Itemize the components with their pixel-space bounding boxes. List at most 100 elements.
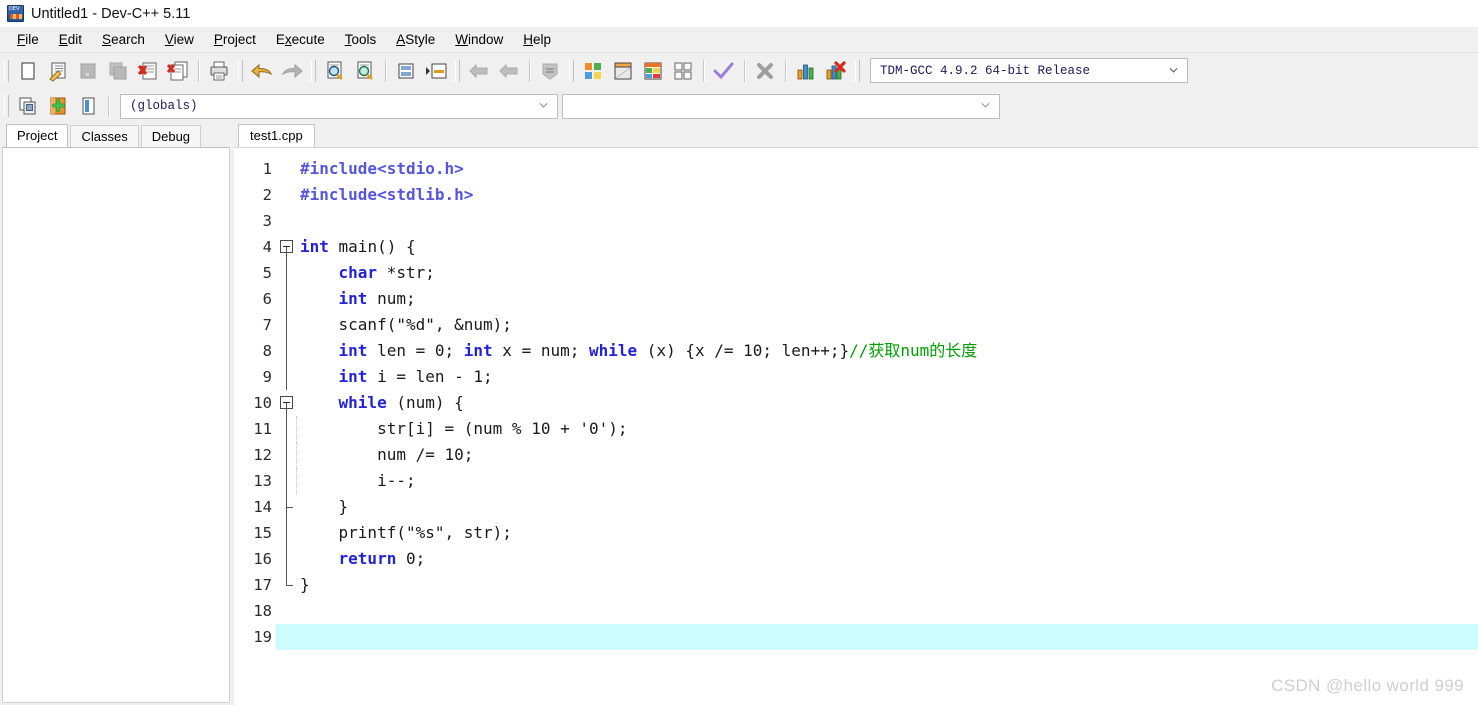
code-line[interactable]: 5 char *str; [234, 260, 1478, 286]
code-line-text: char *str; [298, 260, 435, 286]
code-line[interactable]: 11 str[i] = (num % 10 + '0'); [234, 416, 1478, 442]
toolbar-grip-6[interactable] [855, 59, 860, 82]
editor-area: test1.cpp 1 #include<stdio.h> 2 #include<st… [234, 123, 1478, 705]
run-button[interactable] [608, 56, 638, 86]
menu-item-edit[interactable]: Edit [50, 30, 91, 49]
new-file-button[interactable] [13, 56, 43, 86]
project-tree[interactable] [2, 147, 230, 703]
menu-item-view[interactable]: View [156, 30, 203, 49]
code-line[interactable]: 8 int len = 0; int x = num; while (x) {x… [234, 338, 1478, 364]
compile-run-button[interactable] [638, 56, 668, 86]
syntax-check-button[interactable] [709, 56, 739, 86]
add-to-project-button[interactable] [43, 91, 73, 121]
code-token: #include<stdio.h> [300, 159, 464, 178]
menu-item-help[interactable]: Help [514, 30, 560, 49]
member-select[interactable] [562, 93, 1000, 119]
code-line[interactable]: 12 num /= 10; [234, 442, 1478, 468]
goto-function-button[interactable] [421, 56, 451, 86]
replace-button[interactable] [350, 56, 380, 86]
close-all-button[interactable] [163, 56, 193, 86]
code-line[interactable]: 10 while (num) { [234, 390, 1478, 416]
fold-toggle-icon[interactable] [276, 390, 298, 416]
tab-project-label: Project [17, 128, 58, 143]
code-line-text: num /= 10; [298, 442, 473, 468]
print-button[interactable] [204, 56, 234, 86]
code-token: return [338, 549, 397, 568]
code-token: int [300, 237, 329, 256]
profile-button[interactable] [791, 56, 821, 86]
goto-line-button[interactable] [391, 56, 421, 86]
code-line[interactable]: 2 #include<stdlib.h> [234, 182, 1478, 208]
fold-toggle-icon[interactable] [276, 234, 298, 260]
toolbar-grip-4[interactable] [455, 59, 460, 82]
compiler-select[interactable]: TDM-GCC 4.9.2 64-bit Release [870, 58, 1188, 83]
code-token: while [338, 393, 387, 412]
code-line[interactable]: 14 } [234, 494, 1478, 520]
fold-gutter [276, 208, 298, 234]
menu-item-astyle[interactable]: AStyle [387, 30, 444, 49]
tab-classes[interactable]: Classes [70, 125, 139, 147]
fold-gutter [276, 260, 298, 286]
code-line[interactable]: 19 [234, 624, 1478, 650]
code-token: *str; [377, 263, 435, 282]
close-file-button[interactable] [133, 56, 163, 86]
code-lines[interactable]: 1 #include<stdio.h> 2 #include<stdlib.h> 3 4 i… [234, 156, 1478, 650]
find-button[interactable] [320, 56, 350, 86]
toggle-panel-button[interactable] [73, 91, 103, 121]
compile-button[interactable] [578, 56, 608, 86]
redo-button [277, 56, 307, 86]
code-line[interactable]: 7 scanf("%d", &num); [234, 312, 1478, 338]
work-area: Project Classes Debug test1.cpp 1 #includ… [0, 123, 1478, 705]
indent-guide [296, 442, 298, 468]
code-line[interactable]: 17} [234, 572, 1478, 598]
code-line[interactable]: 3 [234, 208, 1478, 234]
toolbar-grip-3[interactable] [311, 59, 316, 82]
line-number: 11 [253, 420, 272, 438]
delete-profile-button[interactable] [821, 56, 851, 86]
menu-item-file[interactable]: File [8, 30, 48, 49]
code-line[interactable]: 4 int main() { [234, 234, 1478, 260]
code-token: main() { [328, 237, 416, 256]
scope-select[interactable]: (globals) [120, 93, 558, 119]
menu-item-search[interactable]: Search [93, 30, 154, 49]
class-browser-toolbar: (globals) [0, 88, 1478, 124]
tab-debug[interactable]: Debug [140, 125, 202, 147]
toolbar2-grip[interactable] [4, 95, 9, 117]
toolbar-grip-5[interactable] [569, 59, 574, 82]
undo-button[interactable] [247, 56, 277, 86]
code-line[interactable]: 9 int i = len - 1; [234, 364, 1478, 390]
menu-item-tools[interactable]: Tools [336, 30, 386, 49]
code-line[interactable]: 18 [234, 598, 1478, 624]
code-line-text: } [298, 494, 349, 520]
code-token: #include<stdlib.h> [300, 185, 474, 204]
code-line[interactable]: 15 printf("%s", str); [234, 520, 1478, 546]
menu-item-execute[interactable]: Execute [267, 30, 334, 49]
code-line[interactable]: 16 return 0; [234, 546, 1478, 572]
code-editor[interactable]: 1 #include<stdio.h> 2 #include<stdlib.h> 3 4 i… [234, 147, 1478, 705]
fold-gutter [276, 546, 298, 572]
code-line[interactable]: 6 int num; [234, 286, 1478, 312]
fold-gutter [276, 156, 298, 182]
fold-gutter [276, 442, 298, 468]
line-number: 9 [262, 368, 272, 386]
fold-gutter [276, 572, 298, 598]
stop-execution-button [750, 56, 780, 86]
rebuild-all-button[interactable] [668, 56, 698, 86]
code-line[interactable]: 13 i--; [234, 468, 1478, 494]
fold-gutter [276, 598, 298, 624]
menu-item-project[interactable]: Project [205, 30, 265, 49]
toolbar-grip-2[interactable] [238, 59, 243, 82]
insert-snippet-button[interactable] [13, 91, 43, 121]
code-line-text: i--; [298, 468, 416, 494]
menu-item-window[interactable]: Window [446, 30, 512, 49]
tab-project[interactable]: Project [6, 124, 69, 147]
open-file-button[interactable] [43, 56, 73, 86]
code-token: //获取num的长度 [849, 341, 978, 360]
toolbar-grip[interactable] [4, 59, 9, 82]
line-number: 2 [262, 186, 272, 204]
editor-tab-test1-cpp[interactable]: test1.cpp [238, 124, 315, 147]
code-line[interactable]: 1 #include<stdio.h> [234, 156, 1478, 182]
fold-gutter [276, 286, 298, 312]
